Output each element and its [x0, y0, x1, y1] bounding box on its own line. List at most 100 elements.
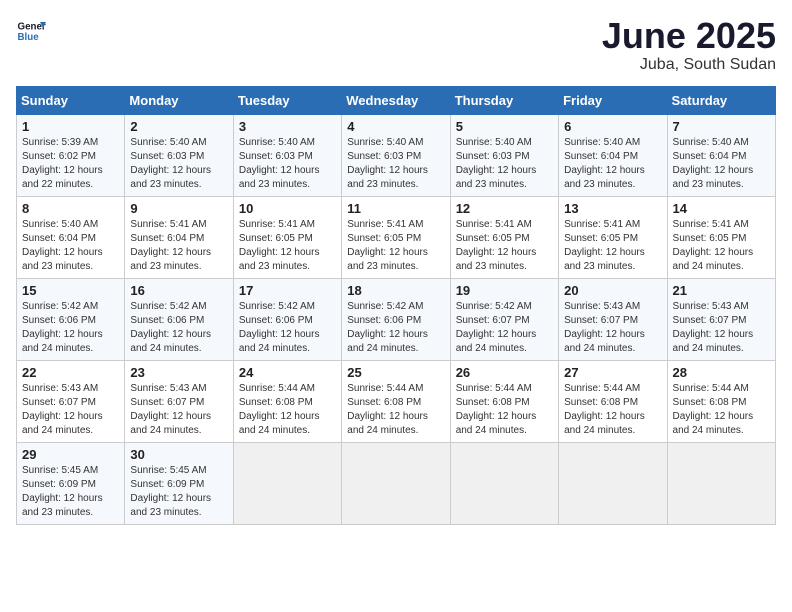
day-number: 6 [564, 119, 661, 134]
day-number: 20 [564, 283, 661, 298]
day-info: Sunrise: 5:43 AM Sunset: 6:07 PM Dayligh… [130, 382, 227, 438]
day-info: Sunrise: 5:43 AM Sunset: 6:07 PM Dayligh… [22, 382, 119, 438]
calendar-cell [559, 442, 667, 524]
day-number: 12 [456, 201, 553, 216]
calendar-cell: 5 Sunrise: 5:40 AM Sunset: 6:03 PM Daylig… [450, 114, 558, 196]
logo-icon: General Blue [16, 16, 46, 46]
day-number: 28 [673, 365, 770, 380]
day-info: Sunrise: 5:41 AM Sunset: 6:05 PM Dayligh… [347, 218, 444, 274]
day-number: 13 [564, 201, 661, 216]
day-info: Sunrise: 5:45 AM Sunset: 6:09 PM Dayligh… [22, 464, 119, 520]
day-number: 17 [239, 283, 336, 298]
calendar-cell: 26 Sunrise: 5:44 AM Sunset: 6:08 PM Dayli… [450, 360, 558, 442]
calendar-cell [450, 442, 558, 524]
day-info: Sunrise: 5:42 AM Sunset: 6:06 PM Dayligh… [239, 300, 336, 356]
day-info: Sunrise: 5:44 AM Sunset: 6:08 PM Dayligh… [673, 382, 770, 438]
day-info: Sunrise: 5:41 AM Sunset: 6:05 PM Dayligh… [456, 218, 553, 274]
calendar-cell: 7 Sunrise: 5:40 AM Sunset: 6:04 PM Daylig… [667, 114, 775, 196]
day-number: 14 [673, 201, 770, 216]
day-info: Sunrise: 5:42 AM Sunset: 6:06 PM Dayligh… [130, 300, 227, 356]
calendar-cell: 2Sunrise: 5:40 AM Sunset: 6:03 PM Daylig… [125, 114, 233, 196]
calendar-cell: 15Sunrise: 5:42 AM Sunset: 6:06 PM Dayli… [17, 278, 125, 360]
day-number: 21 [673, 283, 770, 298]
weekday-header-friday: Friday [559, 86, 667, 114]
day-info: Sunrise: 5:42 AM Sunset: 6:06 PM Dayligh… [22, 300, 119, 356]
day-info: Sunrise: 5:41 AM Sunset: 6:04 PM Dayligh… [130, 218, 227, 274]
day-info: Sunrise: 5:44 AM Sunset: 6:08 PM Dayligh… [347, 382, 444, 438]
calendar-cell: 22 Sunrise: 5:43 AM Sunset: 6:07 PM Dayli… [17, 360, 125, 442]
calendar-cell: 4Sunrise: 5:40 AM Sunset: 6:03 PM Daylig… [342, 114, 450, 196]
month-title: June 2025 [602, 16, 776, 56]
calendar-cell: 21 Sunrise: 5:43 AM Sunset: 6:07 PM Dayli… [667, 278, 775, 360]
calendar-cell [667, 442, 775, 524]
calendar-week-row: 22 Sunrise: 5:43 AM Sunset: 6:07 PM Dayli… [17, 360, 776, 442]
calendar-cell: 19Sunrise: 5:42 AM Sunset: 6:07 PM Dayli… [450, 278, 558, 360]
day-info: Sunrise: 5:41 AM Sunset: 6:05 PM Dayligh… [239, 218, 336, 274]
day-number: 2 [130, 119, 227, 134]
weekday-header-monday: Monday [125, 86, 233, 114]
day-number: 18 [347, 283, 444, 298]
day-info: Sunrise: 5:40 AM Sunset: 6:03 PM Dayligh… [239, 136, 336, 192]
calendar-cell: 3 Sunrise: 5:40 AM Sunset: 6:03 PM Daylig… [233, 114, 341, 196]
day-info: Sunrise: 5:45 AM Sunset: 6:09 PM Dayligh… [130, 464, 227, 520]
calendar-cell: 8 Sunrise: 5:40 AM Sunset: 6:04 PM Daylig… [17, 196, 125, 278]
calendar-cell: 27 Sunrise: 5:44 AM Sunset: 6:08 PM Dayli… [559, 360, 667, 442]
day-info: Sunrise: 5:43 AM Sunset: 6:07 PM Dayligh… [673, 300, 770, 356]
calendar-cell: 14 Sunrise: 5:41 AM Sunset: 6:05 PM Dayli… [667, 196, 775, 278]
calendar-header-row: SundayMondayTuesdayWednesdayThursdayFrid… [17, 86, 776, 114]
day-number: 16 [130, 283, 227, 298]
day-number: 22 [22, 365, 119, 380]
svg-text:Blue: Blue [18, 32, 40, 43]
day-info: Sunrise: 5:42 AM Sunset: 6:06 PM Dayligh… [347, 300, 444, 356]
day-info: Sunrise: 5:44 AM Sunset: 6:08 PM Dayligh… [239, 382, 336, 438]
day-info: Sunrise: 5:44 AM Sunset: 6:08 PM Dayligh… [456, 382, 553, 438]
calendar-cell: 20 Sunrise: 5:43 AM Sunset: 6:07 PM Dayli… [559, 278, 667, 360]
day-info: Sunrise: 5:44 AM Sunset: 6:08 PM Dayligh… [564, 382, 661, 438]
calendar-cell: 23 Sunrise: 5:43 AM Sunset: 6:07 PM Dayli… [125, 360, 233, 442]
day-info: Sunrise: 5:40 AM Sunset: 6:04 PM Dayligh… [673, 136, 770, 192]
day-info: Sunrise: 5:43 AM Sunset: 6:07 PM Dayligh… [564, 300, 661, 356]
calendar-cell: 17 Sunrise: 5:42 AM Sunset: 6:06 PM Dayli… [233, 278, 341, 360]
calendar-week-row: 15Sunrise: 5:42 AM Sunset: 6:06 PM Dayli… [17, 278, 776, 360]
day-info: Sunrise: 5:40 AM Sunset: 6:04 PM Dayligh… [22, 218, 119, 274]
calendar-cell: 13 Sunrise: 5:41 AM Sunset: 6:05 PM Dayli… [559, 196, 667, 278]
day-number: 29 [22, 447, 119, 462]
calendar-cell: 30 Sunrise: 5:45 AM Sunset: 6:09 PM Dayli… [125, 442, 233, 524]
page-header: General Blue June 2025 Juba, South Sudan [16, 16, 776, 74]
calendar-week-row: 8 Sunrise: 5:40 AM Sunset: 6:04 PM Daylig… [17, 196, 776, 278]
day-info: Sunrise: 5:40 AM Sunset: 6:03 PM Dayligh… [347, 136, 444, 192]
day-number: 7 [673, 119, 770, 134]
calendar-cell [342, 442, 450, 524]
day-info: Sunrise: 5:39 AM Sunset: 6:02 PM Dayligh… [22, 136, 119, 192]
calendar-body: 1Sunrise: 5:39 AM Sunset: 6:02 PM Daylig… [17, 114, 776, 524]
day-number: 8 [22, 201, 119, 216]
calendar-cell: 10 Sunrise: 5:41 AM Sunset: 6:05 PM Dayli… [233, 196, 341, 278]
day-number: 26 [456, 365, 553, 380]
weekday-header-tuesday: Tuesday [233, 86, 341, 114]
calendar-cell: 16 Sunrise: 5:42 AM Sunset: 6:06 PM Dayli… [125, 278, 233, 360]
day-number: 30 [130, 447, 227, 462]
calendar-cell: 1Sunrise: 5:39 AM Sunset: 6:02 PM Daylig… [17, 114, 125, 196]
day-info: Sunrise: 5:41 AM Sunset: 6:05 PM Dayligh… [564, 218, 661, 274]
day-number: 25 [347, 365, 444, 380]
day-info: Sunrise: 5:41 AM Sunset: 6:05 PM Dayligh… [673, 218, 770, 274]
day-number: 24 [239, 365, 336, 380]
day-number: 23 [130, 365, 227, 380]
weekday-header-sunday: Sunday [17, 86, 125, 114]
calendar-cell [233, 442, 341, 524]
location-subtitle: Juba, South Sudan [602, 56, 776, 74]
day-info: Sunrise: 5:40 AM Sunset: 6:03 PM Dayligh… [456, 136, 553, 192]
day-number: 9 [130, 201, 227, 216]
calendar-cell: 12 Sunrise: 5:41 AM Sunset: 6:05 PM Dayli… [450, 196, 558, 278]
calendar-week-row: 1Sunrise: 5:39 AM Sunset: 6:02 PM Daylig… [17, 114, 776, 196]
calendar-cell: 28 Sunrise: 5:44 AM Sunset: 6:08 PM Dayli… [667, 360, 775, 442]
day-number: 27 [564, 365, 661, 380]
logo: General Blue [16, 16, 46, 46]
day-number: 3 [239, 119, 336, 134]
calendar-cell: 29 Sunrise: 5:45 AM Sunset: 6:09 PM Dayli… [17, 442, 125, 524]
day-number: 5 [456, 119, 553, 134]
calendar-cell: 25 Sunrise: 5:44 AM Sunset: 6:08 PM Dayli… [342, 360, 450, 442]
day-number: 10 [239, 201, 336, 216]
title-area: June 2025 Juba, South Sudan [602, 16, 776, 74]
calendar-cell: 11Sunrise: 5:41 AM Sunset: 6:05 PM Dayli… [342, 196, 450, 278]
